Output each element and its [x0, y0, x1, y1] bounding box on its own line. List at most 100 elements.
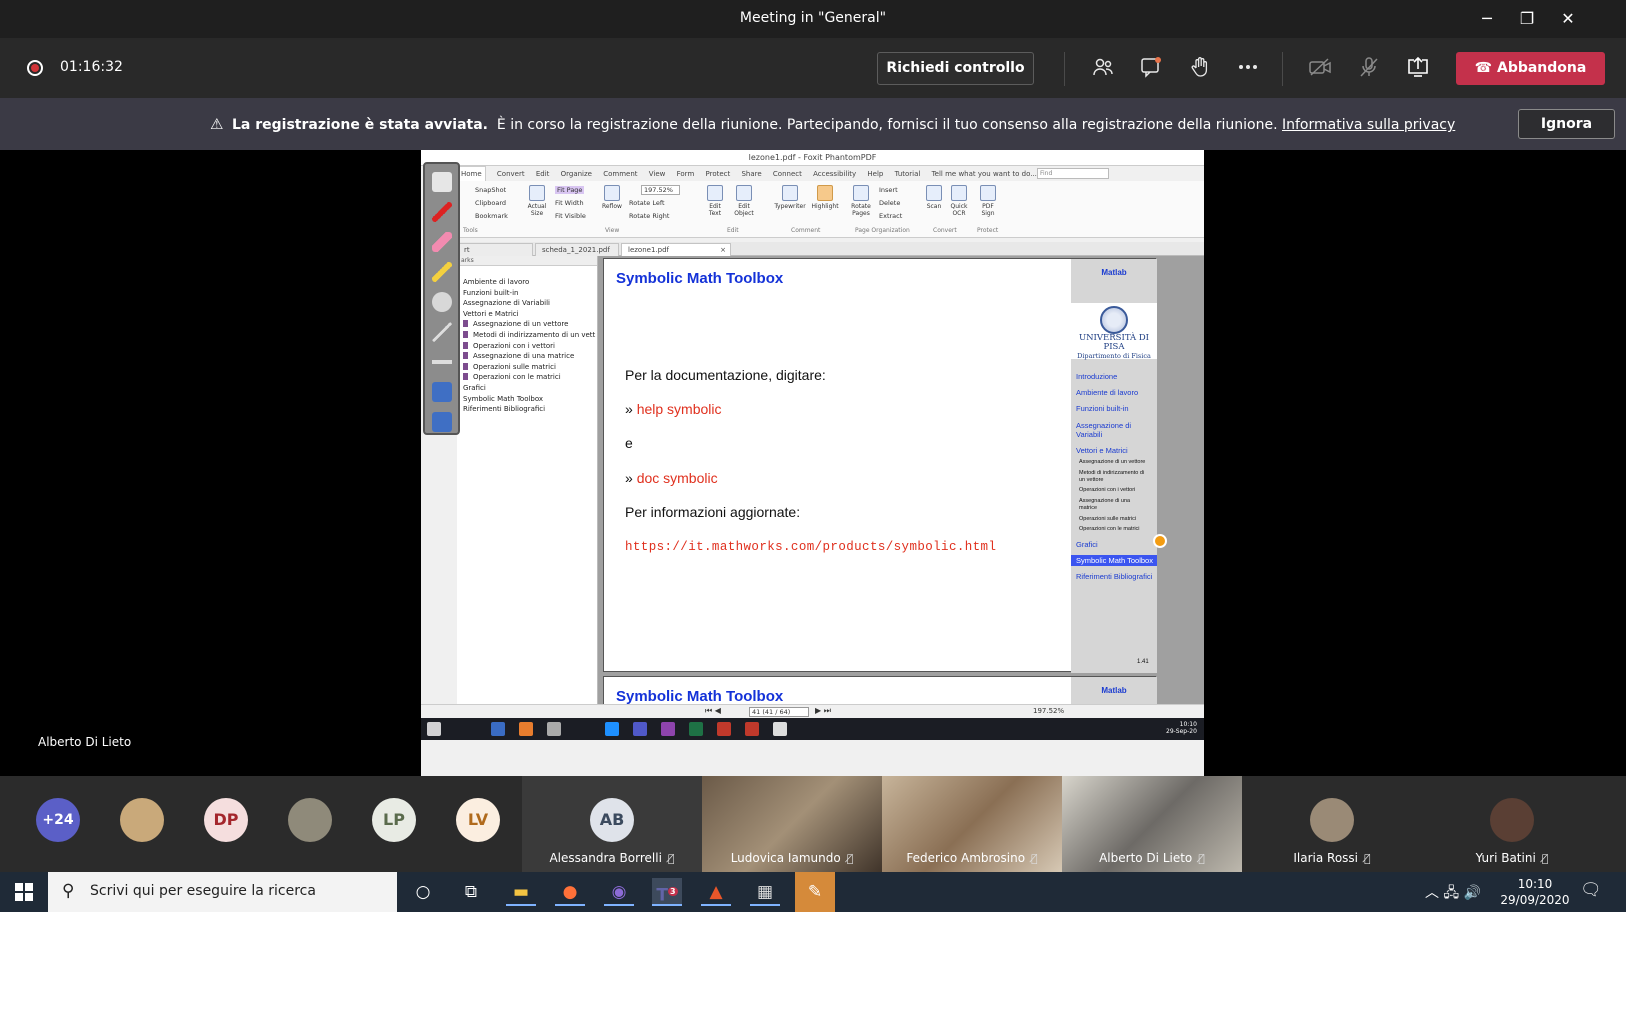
more-participants-button[interactable]: +24: [36, 798, 80, 842]
app-icon[interactable]: ▦: [750, 878, 780, 906]
actual-size-button[interactable]: Actual Size: [525, 185, 549, 217]
nav-sub-item[interactable]: Metodi di indirizzamento di: [1079, 470, 1144, 476]
cortana-icon[interactable]: ○: [408, 878, 438, 906]
bookmark-item[interactable]: Assegnazione di Variabili: [463, 299, 550, 308]
participants-icon[interactable]: [1090, 56, 1116, 82]
leave-button[interactable]: ☎ Abbandona: [1456, 52, 1605, 85]
chat-icon[interactable]: [1138, 56, 1164, 82]
nav-vettori[interactable]: Vettori e Matrici: [1076, 446, 1128, 455]
zoom-select[interactable]: 197.52%: [641, 185, 680, 195]
tell-me-search[interactable]: Tell me what you want to do...: [932, 167, 1037, 182]
participant-tile[interactable]: AB Alessandra Borrelli 🎙̸: [522, 776, 702, 872]
teams-icon[interactable]: T3: [652, 878, 682, 906]
screen-icon[interactable]: [432, 382, 452, 402]
bookmark-item[interactable]: Symbolic Math Toolbox: [463, 395, 543, 404]
network-icon[interactable]: 🖧: [1443, 885, 1459, 901]
fit-visible-button[interactable]: Fit Visible: [555, 212, 586, 220]
participant-avatar-photo[interactable]: [120, 798, 164, 842]
participant-tile[interactable]: Ilaria Rossi 🎙̸: [1242, 776, 1422, 872]
maximize-button[interactable]: ❐: [1516, 8, 1538, 30]
bookmark-item[interactable]: Grafici: [463, 384, 486, 393]
participant-video-tile[interactable]: Alberto Di Lieto 🎙̸: [1062, 776, 1242, 872]
delete-button[interactable]: Delete: [879, 199, 900, 207]
nav-sub-item[interactable]: matrice: [1079, 505, 1097, 511]
tab-accessibility[interactable]: Accessibility: [813, 167, 856, 182]
tab-organize[interactable]: Organize: [561, 167, 592, 182]
highlighter-icon[interactable]: [432, 262, 452, 282]
doc-tab-scheda[interactable]: scheda_1_2021.pdf: [535, 243, 619, 256]
nav-ambiente[interactable]: Ambiente di lavoro: [1076, 388, 1138, 397]
nav-assegnazione[interactable]: Assegnazione di: [1076, 421, 1131, 430]
file-explorer-icon[interactable]: ▬: [506, 878, 536, 906]
find-input[interactable]: Find: [1037, 168, 1109, 179]
tab-help[interactable]: Help: [867, 167, 883, 182]
bookmark-item[interactable]: Ambiente di lavoro: [463, 278, 529, 287]
tab-connect[interactable]: Connect: [773, 167, 802, 182]
minimize-button[interactable]: ─: [1476, 8, 1498, 30]
app-icon[interactable]: ◉: [604, 878, 634, 906]
clipboard-button[interactable]: Clipboard: [475, 199, 506, 207]
tab-protect[interactable]: Protect: [706, 167, 731, 182]
nav-sub-item[interactable]: Operazioni con le matrici: [1079, 526, 1140, 532]
reflow-button[interactable]: Reflow: [601, 185, 623, 210]
notifications-icon[interactable]: 🗨: [1580, 880, 1602, 900]
laser-pen-icon[interactable]: [432, 322, 452, 342]
bookmark-item[interactable]: Operazioni con le matrici: [463, 373, 561, 382]
firefox-icon[interactable]: ●: [555, 878, 585, 906]
rotate-pages-button[interactable]: Rotate Pages: [849, 185, 873, 217]
taskbar-clock[interactable]: 10:10 29/09/2020: [1500, 876, 1570, 908]
volume-icon[interactable]: 🔊: [1464, 885, 1481, 901]
camera-off-icon[interactable]: [1307, 56, 1333, 82]
line-width-icon[interactable]: [432, 352, 452, 372]
bookmark-item[interactable]: Vettori e Matrici: [463, 310, 519, 319]
red-pen-icon[interactable]: [432, 202, 452, 222]
bookmark-button[interactable]: Bookmark: [475, 212, 508, 220]
bookmark-item[interactable]: Assegnazione di una matrice: [463, 352, 574, 361]
scan-button[interactable]: Scan: [924, 185, 944, 210]
active-app-icon[interactable]: ✎: [795, 872, 835, 912]
taskbar-search[interactable]: ⚲ Scrivi qui per eseguire la ricerca: [48, 872, 397, 912]
nav-riferimenti[interactable]: Riferimenti Bibliografici: [1076, 572, 1152, 581]
page-number-input[interactable]: 41 (41 / 64): [749, 707, 809, 717]
typewriter-button[interactable]: Typewriter: [771, 185, 809, 210]
bookmark-item[interactable]: Assegnazione di un vettore: [463, 320, 568, 329]
more-options-icon[interactable]: [1235, 56, 1261, 82]
pointer-icon[interactable]: [432, 292, 452, 312]
bookmark-item[interactable]: Riferimenti Bibliografici: [463, 405, 545, 414]
participant-video-tile[interactable]: Federico Ambrosino 🎙̸: [882, 776, 1062, 872]
nav-variabili[interactable]: Variabili: [1076, 430, 1102, 439]
participant-avatar[interactable]: LV: [456, 798, 500, 842]
tab-view[interactable]: View: [649, 167, 666, 182]
privacy-link[interactable]: Informativa sulla privacy: [1282, 117, 1455, 133]
rotate-right-button[interactable]: Rotate Right: [629, 212, 669, 220]
participant-avatar[interactable]: LP: [372, 798, 416, 842]
nav-introduzione[interactable]: Introduzione: [1076, 372, 1117, 381]
eraser-icon[interactable]: [432, 232, 452, 252]
tab-tutorial[interactable]: Tutorial: [895, 167, 921, 182]
bookmark-item[interactable]: Metodi di indirizzamento di un vett: [463, 331, 595, 340]
doc-tab-start[interactable]: rt: [457, 243, 533, 256]
nav-sub-item[interactable]: un vettore: [1079, 477, 1103, 483]
pdf-sign-button[interactable]: PDF Sign: [977, 185, 999, 217]
close-button[interactable]: ✕: [1557, 8, 1579, 30]
orange-marker-icon[interactable]: [1153, 534, 1167, 548]
participant-avatar-photo[interactable]: [288, 798, 332, 842]
system-tray[interactable]: ︿ 🖧 🔊: [1425, 882, 1481, 906]
edit-object-button[interactable]: Edit Object: [729, 185, 759, 217]
mic-off-icon[interactable]: [1356, 56, 1382, 82]
participant-tile[interactable]: Yuri Batini 🎙̸: [1422, 776, 1602, 872]
bookmark-item[interactable]: Funzioni built-in: [463, 289, 518, 298]
request-control-button[interactable]: Richiedi controllo: [877, 52, 1034, 85]
insert-button[interactable]: Insert: [879, 186, 898, 194]
nav-funzioni[interactable]: Funzioni built-in: [1076, 404, 1129, 413]
snapshot-button[interactable]: SnapShot: [475, 186, 506, 194]
mathworks-url[interactable]: https://it.mathworks.com/products/symbol…: [625, 540, 996, 554]
tab-edit[interactable]: Edit: [536, 167, 550, 182]
windows-start-button[interactable]: [0, 872, 48, 912]
pen-tool-icon[interactable]: [432, 172, 452, 192]
dismiss-button[interactable]: Ignora: [1518, 109, 1615, 139]
tab-comment[interactable]: Comment: [603, 167, 637, 182]
document-view[interactable]: Symbolic Math Toolbox Per la documentazi…: [598, 256, 1204, 717]
bookmark-item[interactable]: Operazioni sulle matrici: [463, 363, 556, 372]
rotate-left-button[interactable]: Rotate Left: [629, 199, 665, 207]
